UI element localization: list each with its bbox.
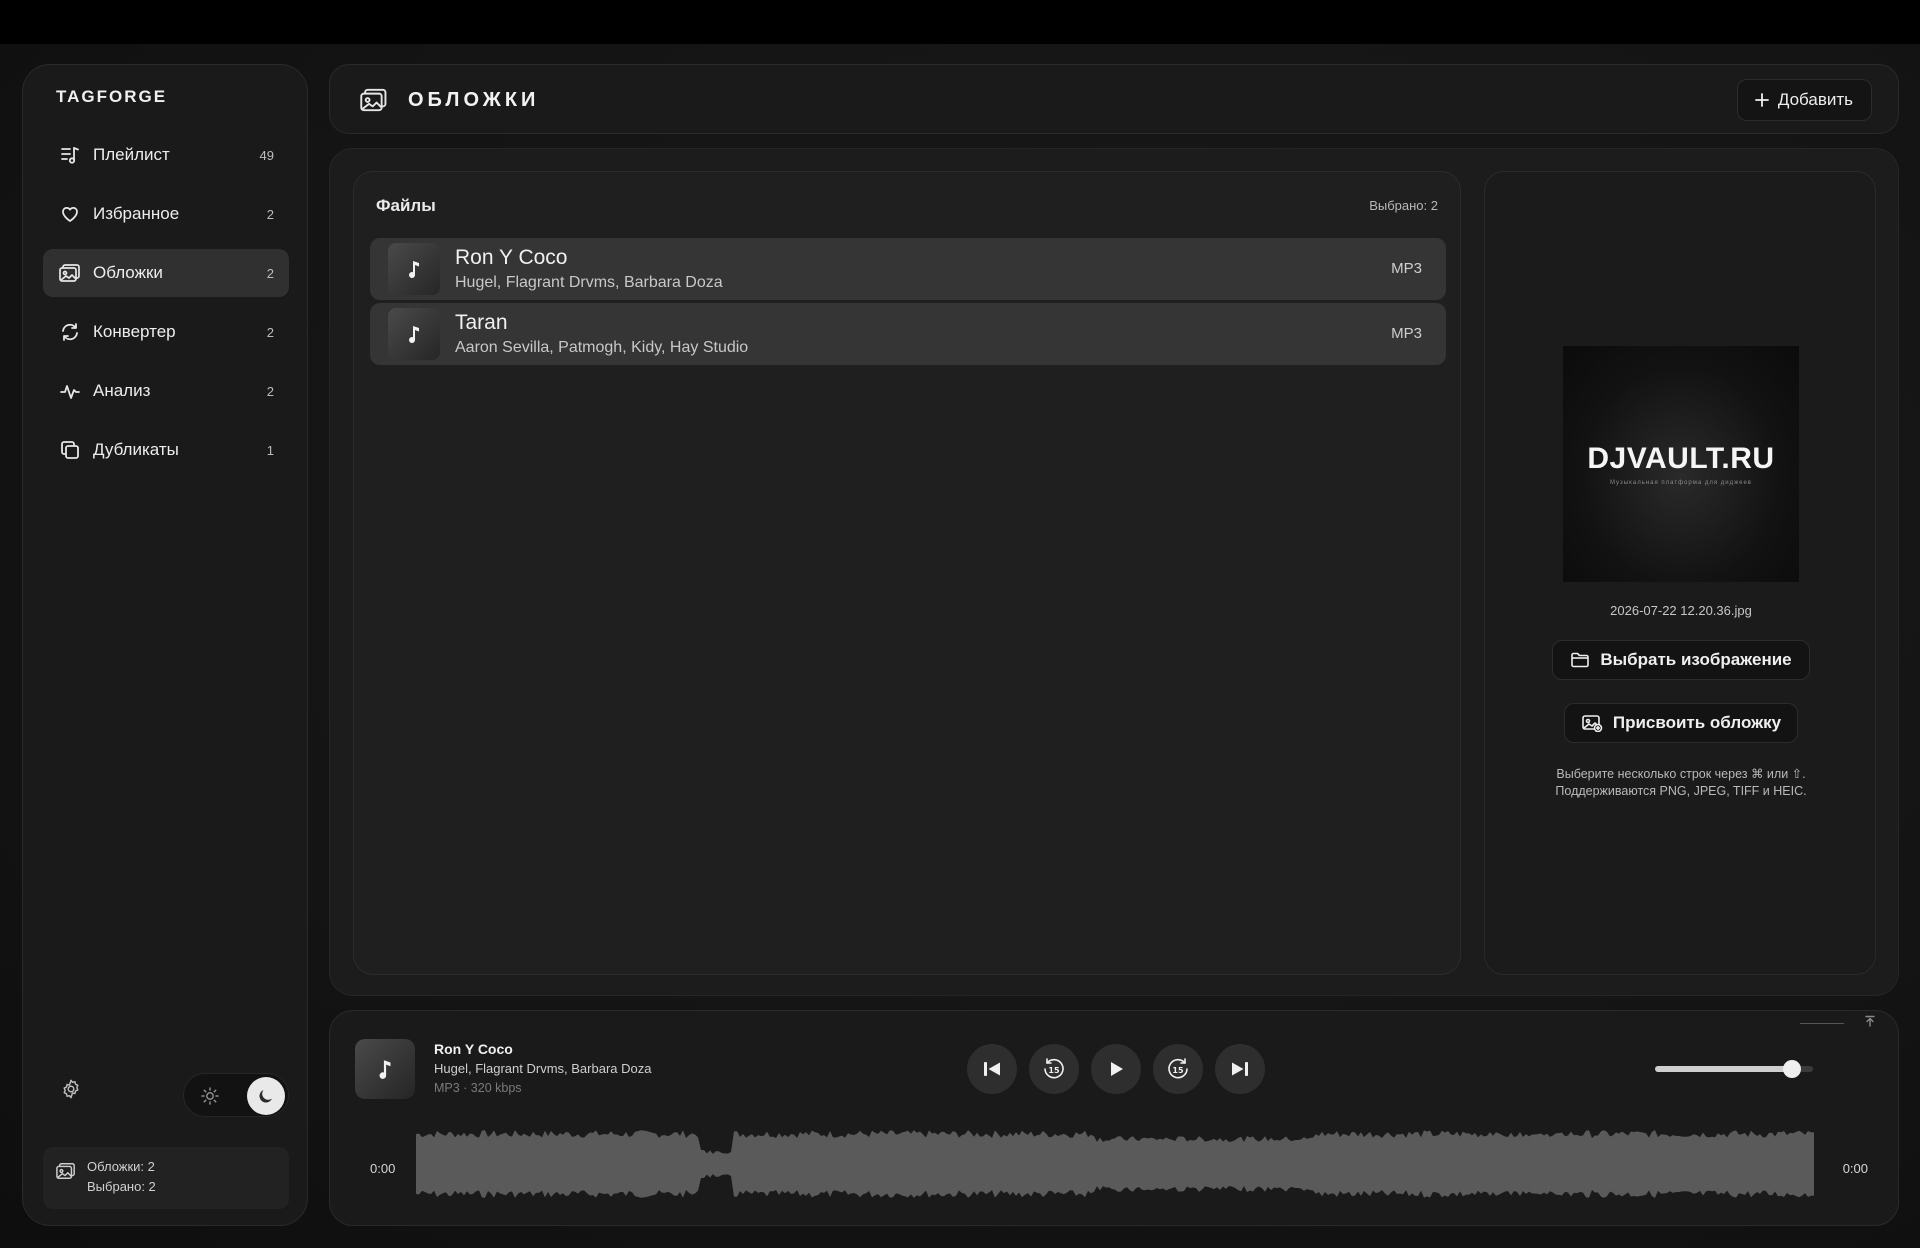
play-button[interactable] [1091, 1044, 1141, 1094]
sidebar-item-covers[interactable]: Обложки 2 [43, 249, 289, 297]
player-bar: Ron Y Coco Hugel, Flagrant Drvms, Barbar… [329, 1010, 1899, 1226]
duplicate-icon [58, 438, 82, 462]
files-title: Файлы [376, 196, 436, 215]
player-track-artist: Hugel, Flagrant Drvms, Barbara Doza [434, 1061, 652, 1076]
file-format: MP3 [1391, 325, 1422, 342]
files-selected-count: Выбрано: 2 [1369, 198, 1438, 213]
cover-panel: DJVAULT.RU Музыкальная платформа для дид… [1484, 171, 1876, 975]
moon-icon[interactable] [247, 1077, 285, 1115]
cover-logo-subtext: Музыкальная платформа для диджеев [1609, 480, 1752, 486]
playlist-icon [58, 143, 82, 167]
files-panel: Файлы Выбрано: 2 Ron Y Coco Hugel, Flagr… [353, 171, 1461, 975]
sidebar-item-favorites[interactable]: Избранное 2 [43, 190, 289, 238]
sidebar-item-label: Обложки [93, 263, 163, 282]
sidebar-item-count: 2 [266, 265, 274, 281]
sidebar-item-label: Дубликаты [93, 440, 179, 459]
cover-hint: Выберите несколько строк через ⌘ или ⇧. … [1485, 766, 1877, 800]
svg-text:15: 15 [1048, 1066, 1060, 1075]
sidebar-item-label: Анализ [93, 381, 151, 400]
cover-hint-line: Выберите несколько строк через ⌘ или ⇧. [1556, 767, 1806, 781]
status-selected: Выбрано: 2 [87, 1179, 156, 1194]
sidebar-item-label: Плейлист [93, 145, 170, 164]
forward-15-icon: 15 [1168, 1058, 1188, 1079]
play-icon [1111, 1062, 1123, 1076]
music-note-icon [388, 243, 440, 295]
app-brand: TAGFORGE [56, 87, 168, 106]
gear-icon [63, 1079, 79, 1099]
sidebar: TAGFORGE Плейлист 49 Избранное 2 Обложки… [22, 64, 308, 1226]
waveform-shape [416, 1130, 1814, 1198]
time-total: 0:00 [1842, 1161, 1868, 1176]
heart-icon [58, 202, 82, 226]
skip-forward-icon [1232, 1062, 1248, 1076]
assign-cover-label: Присвоить обложку [1612, 713, 1782, 732]
choose-image-button[interactable]: Выбрать изображение [1552, 640, 1810, 680]
file-format: MP3 [1391, 260, 1422, 277]
settings-button[interactable] [57, 1075, 85, 1103]
music-note-icon [388, 308, 440, 360]
svg-text:15: 15 [1172, 1066, 1184, 1075]
convert-icon [58, 320, 82, 344]
cover-icon [358, 86, 390, 119]
waveform[interactable] [416, 1127, 1814, 1201]
sun-icon[interactable] [196, 1082, 224, 1110]
rewind-15-button[interactable]: 15 [1029, 1044, 1079, 1094]
add-button[interactable]: Добавить [1736, 79, 1872, 121]
file-title: Ron Y Coco [455, 246, 568, 269]
sidebar-item-label: Избранное [93, 204, 180, 223]
status-covers: Обложки: 2 [87, 1159, 155, 1174]
skip-back-icon [984, 1062, 1000, 1076]
file-list: Ron Y Coco Hugel, Flagrant Drvms, Barbar… [370, 238, 1446, 368]
sidebar-item-count: 2 [266, 383, 274, 399]
main-content: Файлы Выбрано: 2 Ron Y Coco Hugel, Flagr… [329, 148, 1899, 996]
divider [1800, 1023, 1844, 1024]
sidebar-nav: Плейлист 49 Избранное 2 Обложки 2 Конвер… [43, 131, 289, 485]
file-artist: Hugel, Flagrant Drvms, Barbara Doza [455, 274, 723, 291]
time-current: 0:00 [370, 1161, 396, 1176]
pulse-icon [58, 379, 82, 403]
file-title: Taran [455, 311, 508, 334]
rewind-15-icon: 15 [1044, 1058, 1064, 1079]
choose-image-label: Выбрать изображение [1600, 650, 1792, 669]
previous-button[interactable] [967, 1044, 1017, 1094]
sidebar-item-count: 2 [266, 324, 274, 340]
cover-file-name: 2026-07-22 12.20.36.jpg [1610, 603, 1752, 618]
collapse-up-icon[interactable] [1862, 1013, 1878, 1029]
cover-icon [58, 261, 82, 285]
next-button[interactable] [1215, 1044, 1265, 1094]
cover-preview: DJVAULT.RU Музыкальная платформа для дид… [1563, 346, 1799, 582]
sidebar-item-analysis[interactable]: Анализ 2 [43, 367, 289, 415]
cover-logo-text: DJVAULT.RU [1587, 442, 1775, 475]
player-track-title: Ron Y Coco [434, 1041, 513, 1057]
volume-slider[interactable] [1655, 1060, 1813, 1078]
page-header: ОБЛОЖКИ Добавить [329, 64, 1899, 134]
page-title: ОБЛОЖКИ [408, 89, 540, 111]
sidebar-item-playlist[interactable]: Плейлист 49 [43, 131, 289, 179]
sidebar-item-converter[interactable]: Конвертер 2 [43, 308, 289, 356]
cover-icon [55, 1161, 77, 1186]
volume-slider-handle[interactable] [1783, 1060, 1802, 1078]
file-artist: Aaron Sevilla, Patmogh, Kidy, Hay Studio [455, 339, 749, 356]
assign-cover-button[interactable]: Присвоить обложку [1564, 703, 1798, 743]
folder-icon [1571, 652, 1590, 668]
sidebar-status: Обложки: 2 Выбрано: 2 [43, 1147, 289, 1209]
sidebar-item-count: 2 [266, 206, 274, 222]
player-controls: 15 15 [967, 1044, 1265, 1094]
file-row[interactable]: Ron Y Coco Hugel, Flagrant Drvms, Barbar… [370, 238, 1446, 300]
music-note-icon [355, 1039, 415, 1099]
sidebar-item-duplicates[interactable]: Дубликаты 1 [43, 426, 289, 474]
file-row[interactable]: Taran Aaron Sevilla, Patmogh, Kidy, Hay … [370, 303, 1446, 365]
plus-icon [1754, 93, 1769, 107]
sidebar-item-count: 1 [266, 442, 274, 458]
add-button-label: Добавить [1777, 90, 1853, 109]
sidebar-item-label: Конвертер [93, 322, 176, 341]
player-track-meta: MP3 · 320 kbps [434, 1081, 522, 1095]
cover-hint-line: Поддерживаются PNG, JPEG, TIFF и HEIC. [1555, 784, 1807, 798]
forward-15-button[interactable]: 15 [1153, 1044, 1203, 1094]
sidebar-item-count: 49 [259, 147, 274, 163]
theme-toggle[interactable] [183, 1073, 289, 1117]
image-add-icon [1582, 715, 1603, 732]
